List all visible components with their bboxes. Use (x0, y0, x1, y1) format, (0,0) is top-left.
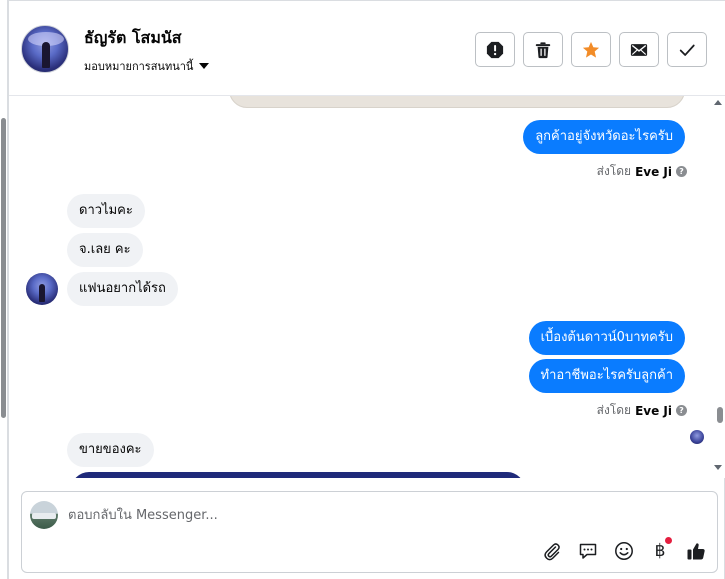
thread-scrollbar[interactable] (713, 96, 725, 478)
message-bubble-incoming[interactable]: ขายของคะ (67, 433, 154, 467)
reply-input[interactable] (68, 504, 668, 526)
scroll-up-arrow-icon[interactable] (714, 100, 722, 105)
message-bubble-incoming[interactable]: จ.เลย คะ (67, 233, 143, 267)
message-thread[interactable]: ลูกค้าอยู่จังหวัดอะไรครับ ส่งโดย Eve Ji … (9, 96, 725, 478)
help-icon[interactable]: ? (676, 166, 687, 177)
attach-file-button[interactable] (541, 540, 563, 562)
outer-scrollbar[interactable] (0, 0, 8, 579)
image-attachment[interactable] (229, 96, 685, 108)
delete-button[interactable] (523, 32, 563, 67)
message-bubble-incoming[interactable]: แฟนอยากได้รถ (67, 272, 178, 306)
message-bubble-outgoing[interactable]: เบื้องต้นดาวน์0บาทครับ (528, 321, 685, 355)
message-bubble-outgoing[interactable]: ทำอาชีพอะไรครับลูกค้า (528, 359, 685, 393)
paperclip-icon (544, 543, 560, 561)
exclamation-octagon-icon (486, 41, 504, 58)
avatar-photo-train (32, 513, 56, 519)
outer-scrollbar-thumb[interactable] (1, 118, 6, 418)
composer-tools: ฿ (541, 537, 707, 562)
avatar-photo-figure (39, 284, 45, 302)
help-icon[interactable]: ? (676, 405, 687, 416)
assign-conversation-dropdown[interactable]: มอบหมายการสนทนานี้ (84, 57, 210, 75)
header-actions (475, 32, 707, 67)
thread-scrollbar-thumb[interactable] (717, 407, 723, 423)
sent-by-prefix: ส่งโดย (596, 403, 632, 417)
message-bubble-incoming[interactable]: ดาวไมคะ (67, 194, 145, 228)
emoji-icon (615, 542, 633, 560)
message-bubble-outgoing[interactable]: ลูกค้าอยู่จังหวัดอะไรครับ (523, 120, 685, 154)
notification-dot (665, 537, 672, 544)
payment-button[interactable]: ฿ (649, 537, 672, 562)
page-avatar (30, 501, 58, 529)
contact-avatar[interactable] (21, 25, 69, 73)
saved-reply-icon (579, 543, 597, 559)
checkmark-icon (679, 44, 695, 56)
seen-avatar-indicator (690, 430, 704, 444)
image-attachment[interactable] (71, 472, 525, 478)
thumbs-up-icon (687, 543, 705, 560)
sent-by-prefix: ส่งโดย (596, 164, 632, 178)
conversation-header: ธัญรัต โสมนัส มอบหมายการสนทนานี้ (9, 1, 725, 96)
scroll-down-arrow-icon[interactable] (714, 465, 722, 470)
saved-reply-button[interactable] (577, 540, 599, 562)
envelope-icon (630, 43, 648, 56)
like-button[interactable] (685, 540, 707, 562)
mark-unread-button[interactable] (619, 32, 659, 67)
sent-by-label: ส่งโดย Eve Ji ? (597, 162, 687, 181)
contact-name[interactable]: ธัญรัต โสมนัส (84, 26, 182, 51)
avatar-photo-figure (42, 42, 50, 68)
assign-label: มอบหมายการสนทนานี้ (84, 60, 194, 73)
report-spam-button[interactable] (475, 32, 515, 67)
reply-composer: ฿ (21, 491, 718, 573)
star-button[interactable] (571, 32, 611, 67)
sender-name: Eve Ji (635, 403, 672, 418)
caret-down-icon (199, 63, 210, 69)
sender-name: Eve Ji (635, 164, 672, 179)
trash-icon (535, 41, 551, 58)
payment-icon: ฿ (654, 541, 666, 561)
contact-message-avatar[interactable] (26, 273, 58, 305)
emoji-button[interactable] (613, 540, 635, 562)
sent-by-label: ส่งโดย Eve Ji ? (597, 401, 687, 420)
star-icon (582, 41, 600, 58)
conversation-panel: ธัญรัต โสมนัส มอบหมายการสนทนานี้ ลูกค้าอ… (8, 0, 725, 579)
mark-done-button[interactable] (667, 32, 707, 67)
